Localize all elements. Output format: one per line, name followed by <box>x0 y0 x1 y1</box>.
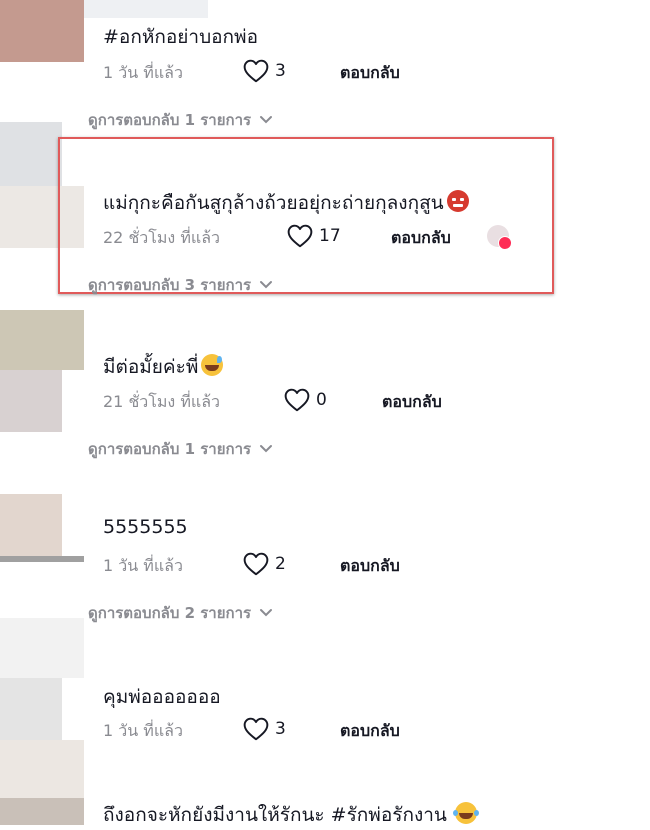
like-button[interactable]: 2 <box>243 552 286 576</box>
blurred-avatar <box>0 556 84 562</box>
reply-button[interactable]: ตอบกลับ <box>340 719 400 744</box>
view-replies-button[interactable]: ดูการตอบกลับ 2 รายการ <box>88 601 273 625</box>
view-replies-button[interactable]: ดูการตอบกลับ 1 รายการ <box>88 437 273 461</box>
blurred-avatar <box>0 678 62 740</box>
comment-time: 1 วัน ที่แล้ว <box>103 556 183 575</box>
view-replies-label: ดูการตอบกลับ 3 รายการ <box>88 276 252 294</box>
blurred-avatar <box>0 494 62 556</box>
comment-text: 5555555 <box>103 516 188 538</box>
comment-text: มีต่อมั้ยค่ะพี่ <box>103 352 224 382</box>
blurred-avatar <box>0 618 84 678</box>
like-count: 3 <box>275 61 286 81</box>
blurred-avatar <box>0 310 84 370</box>
view-replies-label: ดูการตอบกลับ 2 รายการ <box>88 604 252 622</box>
comment-text: #อกหักอย่าบอกพ่อ <box>103 26 258 48</box>
blurred-avatar <box>0 798 84 825</box>
like-count: 3 <box>275 719 286 739</box>
blurred-avatar <box>0 122 62 186</box>
blurred-avatar <box>84 0 208 18</box>
like-button[interactable]: 3 <box>243 717 286 741</box>
tears-of-joy-emoji-icon <box>452 802 479 824</box>
heart-outline-icon <box>284 388 310 412</box>
view-replies-label: ดูการตอบกลับ 1 รายการ <box>88 440 252 458</box>
comment-time: 1 วัน ที่แล้ว <box>103 63 183 82</box>
view-replies-button[interactable]: ดูการตอบกลับ 3 รายการ <box>88 273 273 297</box>
heart-outline-icon <box>287 224 313 248</box>
comment-time: 1 วัน ที่แล้ว <box>103 721 183 740</box>
reply-button[interactable]: ตอบกลับ <box>340 554 400 579</box>
heart-outline-icon <box>243 59 269 83</box>
heart-badge-icon <box>498 236 512 250</box>
heart-outline-icon <box>243 552 269 576</box>
view-replies-label: ดูการตอบกลับ 1 รายการ <box>88 111 252 129</box>
like-button[interactable]: 0 <box>284 388 327 412</box>
like-count: 0 <box>316 390 327 410</box>
chevron-down-icon <box>260 445 273 453</box>
grinning-sweat-emoji-icon <box>201 354 224 376</box>
comment-text-content: ถึงอกจะหักยังมีงานให้รักนะ #รักพ่อรักงาน <box>103 804 447 826</box>
heart-outline-icon <box>243 717 269 741</box>
comment-text-content: มีต่อมั้ยค่ะพี่ <box>103 356 199 378</box>
chevron-down-icon <box>260 281 273 289</box>
blurred-avatar <box>0 370 62 432</box>
comment-time: 22 ชั่วโมง ที่แล้ว <box>103 228 220 247</box>
chevron-down-icon <box>260 116 273 124</box>
comment-time: 21 ชั่วโมง ที่แล้ว <box>103 392 220 411</box>
comment-text: แม่กุกะคือกันสูกุล้างถ้วยอยุ่กะถ่ายกุลงก… <box>103 188 469 218</box>
like-count: 17 <box>319 226 341 246</box>
reply-button[interactable]: ตอบกลับ <box>340 61 400 86</box>
view-replies-button[interactable]: ดูการตอบกลับ 1 รายการ <box>88 108 273 132</box>
like-button[interactable]: 17 <box>287 224 341 248</box>
like-count: 2 <box>275 554 286 574</box>
angry-face-emoji-icon <box>446 190 469 212</box>
like-button[interactable]: 3 <box>243 59 286 83</box>
comment-text-content: แม่กุกะคือกันสูกุล้างถ้วยอยุ่กะถ่ายกุลงก… <box>103 192 444 214</box>
blurred-avatar <box>0 0 84 62</box>
blurred-avatar <box>0 740 84 798</box>
chevron-down-icon <box>260 609 273 617</box>
comment-text: ถึงอกจะหักยังมีงานให้รักนะ #รักพ่อรักงาน <box>103 800 479 830</box>
reply-button[interactable]: ตอบกลับ <box>391 226 451 251</box>
creator-liked-avatar <box>487 225 512 250</box>
reply-button[interactable]: ตอบกลับ <box>382 390 442 415</box>
comment-text: คุมพ่อออออออ <box>103 686 221 708</box>
